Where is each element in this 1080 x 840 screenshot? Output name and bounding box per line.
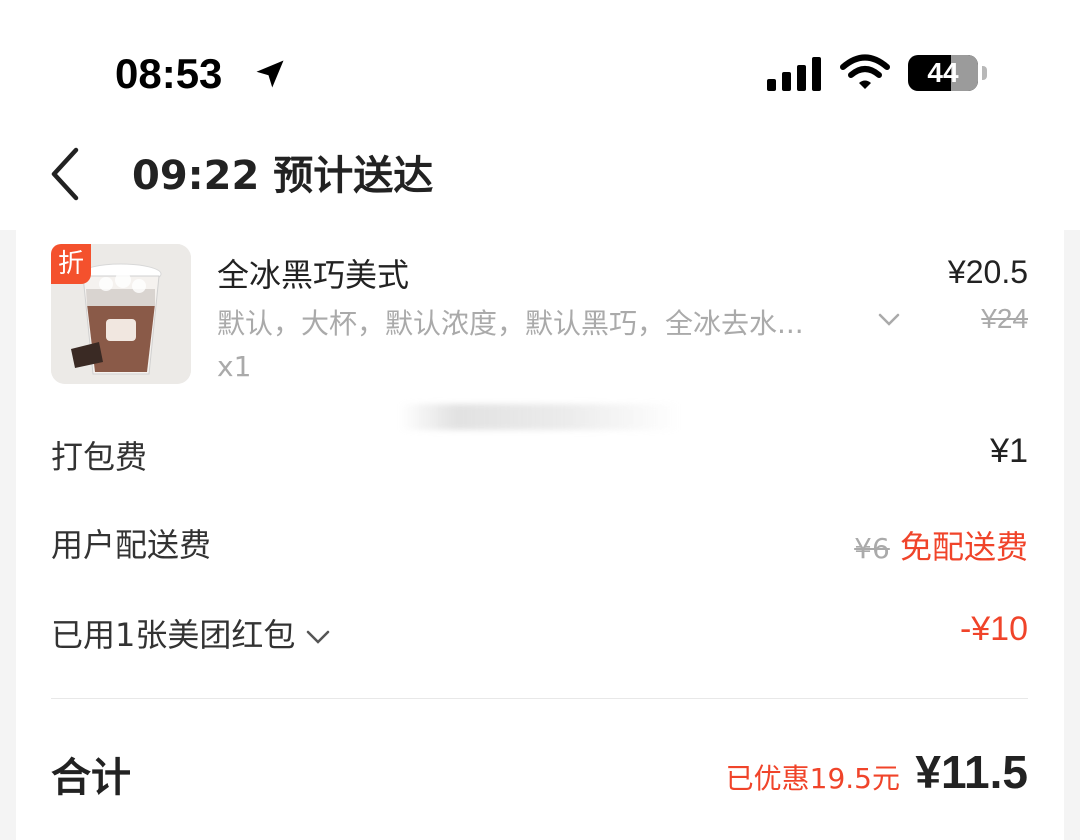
delivery-fee-group: ¥6 免配送费 xyxy=(854,522,1028,568)
status-bar: 08:53 44 xyxy=(0,0,1080,140)
redpacket-label: 已用1张美团红包 xyxy=(51,616,296,654)
item-quantity: x1 xyxy=(217,350,252,383)
delivery-fee-value: 免配送费 xyxy=(899,528,1028,566)
delivery-fee-original: ¥6 xyxy=(854,532,890,565)
redpacket-value: -¥10 xyxy=(959,610,1028,648)
expand-specs-chevron-icon[interactable] xyxy=(878,313,900,327)
item-price: ¥20.5 xyxy=(947,254,1028,290)
item-name: 全冰黑巧美式 xyxy=(217,256,410,294)
battery-level: 44 xyxy=(927,57,959,88)
cellular-signal-icon xyxy=(767,57,821,91)
battery-indicator: 44 xyxy=(908,55,978,91)
item-specs: 默认，大杯，默认浓度，默认黑巧，全冰去水... xyxy=(217,307,804,340)
blurred-redaction xyxy=(400,404,680,430)
redpacket-row[interactable]: 已用1张美团红包 xyxy=(51,610,330,656)
total-label: 合计 xyxy=(51,755,131,801)
delivery-fee-label: 用户配送费 xyxy=(51,526,212,564)
total-amount: ¥11.5 xyxy=(915,746,1028,798)
packing-fee-value: ¥1 xyxy=(990,432,1028,470)
discount-badge: 折 xyxy=(51,244,91,284)
item-original-price: ¥24 xyxy=(981,303,1028,334)
redpacket-chevron-icon xyxy=(306,630,329,644)
wifi-icon xyxy=(840,54,890,89)
nav-bar: 09:22 预计送达 xyxy=(0,140,1080,230)
summary-divider xyxy=(51,698,1028,699)
saved-amount: 已优惠19.5元 xyxy=(725,762,900,795)
status-time: 08:53 xyxy=(115,50,223,97)
battery-tip xyxy=(982,66,987,80)
page-title: 09:22 预计送达 xyxy=(132,153,434,199)
packing-fee-label: 打包费 xyxy=(51,438,148,476)
back-chevron-icon[interactable] xyxy=(48,146,82,202)
location-arrow-icon xyxy=(256,60,284,88)
